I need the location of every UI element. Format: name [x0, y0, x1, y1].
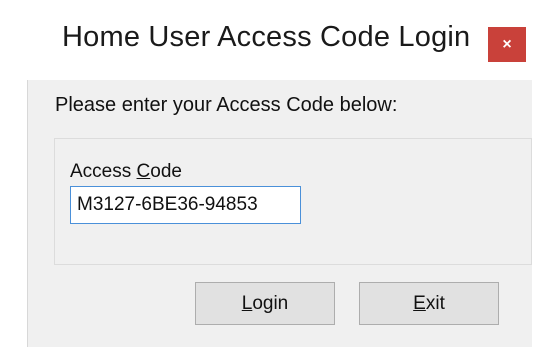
login-dialog-window: Home User Access Code Login × Please ent…	[0, 0, 537, 347]
login-button[interactable]: Login	[195, 282, 335, 325]
exit-button-accelerator: E	[413, 292, 426, 314]
exit-button-label: xit	[425, 292, 445, 314]
instruction-text: Please enter your Access Code below:	[55, 94, 398, 116]
access-code-label-post: ode	[150, 161, 182, 182]
access-code-label-pre: Access	[70, 161, 137, 182]
close-icon: ×	[502, 35, 512, 53]
window-title: Home User Access Code Login	[62, 21, 471, 53]
login-button-label: ogin	[252, 292, 289, 314]
login-button-accelerator: L	[241, 292, 253, 314]
exit-button[interactable]: Exit	[359, 282, 499, 325]
access-code-input[interactable]	[70, 186, 301, 224]
title-bar[interactable]: Home User Access Code Login ×	[0, 0, 537, 80]
access-code-label: Access Code	[70, 161, 182, 183]
close-button[interactable]: ×	[488, 27, 526, 62]
dialog-client-area: Please enter your Access Code below: Acc…	[27, 80, 532, 347]
access-code-label-accelerator: C	[136, 161, 151, 182]
